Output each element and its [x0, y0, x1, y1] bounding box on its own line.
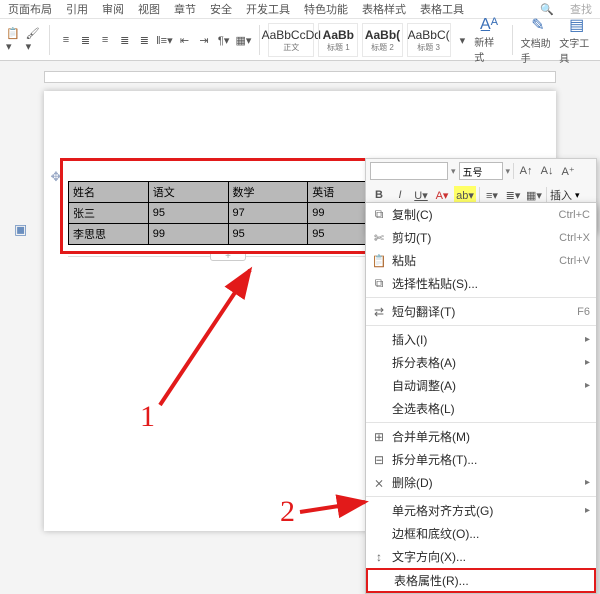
tab-developer[interactable]: 开发工具	[246, 1, 290, 17]
paste-icon[interactable]: 📋▾	[6, 31, 22, 49]
style-tile-h3[interactable]: AaBbC(标题 3	[407, 23, 451, 57]
increase-font-icon[interactable]: A↑	[517, 162, 535, 180]
tab-security[interactable]: 安全	[210, 1, 232, 17]
indent-dec-icon[interactable]: ⇤	[177, 31, 193, 49]
annotation-box-1	[60, 158, 406, 254]
insert-mini-button[interactable]: 插入	[550, 187, 572, 203]
font-size-combo[interactable]	[459, 162, 503, 180]
menu-cut[interactable]: ✄剪切(T)Ctrl+X	[366, 226, 596, 249]
format-painter-icon[interactable]: 🖌▾	[26, 31, 42, 49]
tab-sections[interactable]: 章节	[174, 1, 196, 17]
menu-translate[interactable]: ⇄短句翻译(T)F6	[366, 300, 596, 323]
ribbon-toolbar: 📋▾ 🖌▾ ≡ ≣ ≡ ≣ ≣ ‖≡▾ ⇤ ⇥ ¶▾ ▦▾ AaBbCcDd正文…	[0, 18, 600, 61]
align-justify-icon[interactable]: ≣	[117, 31, 133, 49]
style-tile-normal[interactable]: AaBbCcDd正文	[268, 23, 314, 57]
chevron-down-icon[interactable]: ▾	[451, 166, 456, 177]
chevron-down-icon[interactable]: ▾	[506, 166, 511, 177]
show-marks-icon[interactable]: ¶▾	[216, 31, 232, 49]
superscript-icon[interactable]: A⁺	[559, 162, 577, 180]
cut-icon: ✄	[370, 231, 388, 245]
delete-icon: ⨯	[370, 476, 388, 490]
tab-references[interactable]: 引用	[66, 1, 88, 17]
font-name-combo[interactable]	[370, 162, 448, 180]
style-gallery-more-icon[interactable]: ▾	[455, 31, 471, 49]
tab-table-tools[interactable]: 表格工具	[420, 1, 464, 17]
decrease-font-icon[interactable]: A↓	[538, 162, 556, 180]
style-tile-h2[interactable]: AaBb(标题 2	[362, 23, 402, 57]
split-cells-icon: ⊟	[370, 453, 388, 467]
annotation-label-2: 2	[280, 495, 295, 529]
menu-split-cells[interactable]: ⊟拆分单元格(T)...	[366, 448, 596, 471]
style-tile-h1[interactable]: AaBb标题 1	[318, 23, 358, 57]
menu-autofit[interactable]: 自动调整(A)	[366, 374, 596, 397]
menu-table-properties[interactable]: 表格属性(R)...	[366, 568, 596, 593]
paste-special-icon: ⧉	[370, 276, 388, 291]
copy-icon: ⧉	[370, 207, 388, 222]
ribbon-tabs: 页面布局 引用 审阅 视图 章节 安全 开发工具 特色功能 表格样式 表格工具 …	[0, 0, 600, 18]
merge-cells-icon: ⊞	[370, 430, 388, 444]
menu-merge-cells[interactable]: ⊞合并单元格(M)	[366, 425, 596, 448]
menu-paste-special[interactable]: ⧉选择性粘贴(S)...	[366, 272, 596, 295]
menu-text-direction[interactable]: ↕文字方向(X)...	[366, 545, 596, 568]
new-style-button[interactable]: A̲ᴬ 新样式	[474, 16, 503, 64]
tab-table-style[interactable]: 表格样式	[362, 1, 406, 17]
doc-assistant-icon: ✎	[531, 15, 544, 35]
distribute-icon[interactable]: ≣	[137, 31, 153, 49]
menu-cell-align[interactable]: 单元格对齐方式(G)	[366, 499, 596, 522]
menu-select-table[interactable]: 全选表格(L)	[366, 397, 596, 420]
doc-assistant-button[interactable]: ✎ 文档助手	[521, 15, 556, 65]
menu-copy[interactable]: ⧉复制(C)Ctrl+C	[366, 203, 596, 226]
horizontal-ruler[interactable]	[44, 71, 556, 83]
menu-paste[interactable]: 📋粘贴Ctrl+V	[366, 249, 596, 272]
menu-insert[interactable]: 插入(I)	[366, 328, 596, 351]
menu-split-table[interactable]: 拆分表格(A)	[366, 351, 596, 374]
align-left-icon[interactable]: ≡	[58, 31, 74, 49]
menu-borders-shading[interactable]: 边框和底纹(O)...	[366, 522, 596, 545]
tab-review[interactable]: 审阅	[102, 1, 124, 17]
borders-icon[interactable]: ▦▾	[235, 31, 251, 49]
annotation-label-1: 1	[140, 400, 155, 434]
tab-page-layout[interactable]: 页面布局	[8, 1, 52, 17]
text-tool-icon: ▤	[569, 15, 584, 35]
translate-icon: ⇄	[370, 305, 388, 319]
menu-delete[interactable]: ⨯删除(D)	[366, 471, 596, 494]
align-center-icon[interactable]: ≣	[78, 31, 94, 49]
text-tool-button[interactable]: ▤ 文字工具	[559, 15, 594, 65]
paste-icon: 📋	[370, 254, 388, 268]
text-direction-icon: ↕	[370, 550, 388, 564]
ribbon: 页面布局 引用 审阅 视图 章节 安全 开发工具 特色功能 表格样式 表格工具 …	[0, 0, 600, 61]
indent-inc-icon[interactable]: ⇥	[196, 31, 212, 49]
tab-view[interactable]: 视图	[138, 1, 160, 17]
line-spacing-icon[interactable]: ‖≡▾	[156, 31, 172, 49]
align-right-icon[interactable]: ≡	[97, 31, 113, 49]
context-menu: ⧉复制(C)Ctrl+C ✄剪切(T)Ctrl+X 📋粘贴Ctrl+V ⧉选择性…	[365, 202, 597, 594]
tab-special[interactable]: 特色功能	[304, 1, 348, 17]
section-indicator-icon[interactable]: ▣	[14, 221, 27, 238]
